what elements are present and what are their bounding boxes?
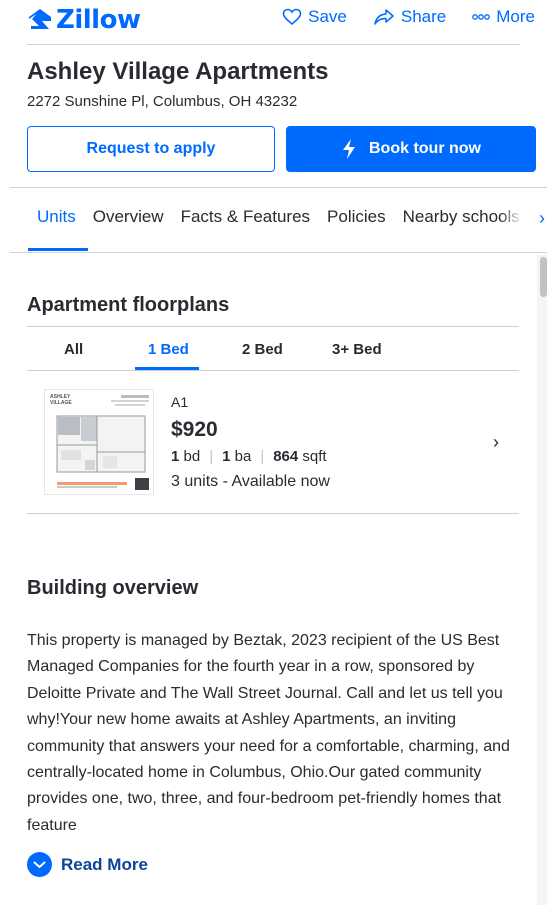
active-tab-indicator bbox=[28, 248, 88, 251]
more-dots-icon bbox=[472, 14, 491, 20]
bed-filter-tabs: All 1 Bed 2 Bed 3+ Bed bbox=[27, 341, 519, 371]
brand-name: Zillow bbox=[56, 5, 141, 35]
sqft-unit: sqft bbox=[302, 448, 327, 465]
share-button[interactable]: Share bbox=[373, 7, 446, 27]
floorplans-title: Apartment floorplans bbox=[27, 294, 230, 316]
floorplans-divider bbox=[27, 326, 519, 327]
baths-count: 1 bbox=[222, 448, 231, 465]
floorplan-row-divider bbox=[27, 513, 519, 514]
bed-tabs-divider bbox=[27, 370, 519, 371]
floorplan-name: A1 bbox=[171, 394, 189, 410]
book-tour-label: Book tour now bbox=[369, 140, 481, 157]
request-to-apply-button[interactable]: Request to apply bbox=[27, 126, 275, 172]
read-more-label: Read More bbox=[61, 854, 148, 874]
read-more-button[interactable]: Read More bbox=[27, 852, 148, 877]
book-tour-button[interactable]: Book tour now bbox=[286, 126, 536, 172]
bed-tab-2-bed[interactable]: 2 Bed bbox=[242, 341, 283, 358]
tabs-fade bbox=[500, 200, 537, 236]
more-label: More bbox=[496, 7, 535, 26]
request-to-apply-label: Request to apply bbox=[86, 140, 216, 157]
zillow-logo[interactable]: Zillow bbox=[27, 5, 141, 35]
sqft-count: 864 bbox=[273, 448, 299, 465]
section-tabs: Units Overview Facts & Features Policies… bbox=[37, 207, 520, 227]
building-overview-text: This property is managed by Beztak, 2023… bbox=[27, 632, 510, 834]
floorplan-specs: 1 bd | 1 ba | 864 sqft bbox=[171, 448, 327, 465]
top-bar: Zillow Save Share More bbox=[0, 0, 547, 42]
lightning-bolt-icon bbox=[343, 139, 355, 159]
scrollbar-thumb[interactable] bbox=[540, 257, 547, 297]
beds-count: 1 bbox=[171, 448, 180, 465]
bed-tab-1-bed[interactable]: 1 Bed bbox=[148, 341, 189, 358]
tabs-scroll-right-icon[interactable]: › bbox=[539, 208, 545, 229]
listing-title: Ashley Village Apartments bbox=[27, 58, 329, 85]
header-divider bbox=[27, 44, 520, 45]
more-button[interactable]: More bbox=[472, 7, 535, 27]
chevron-down-icon bbox=[27, 852, 52, 877]
baths-unit: ba bbox=[234, 448, 252, 465]
scrollbar-track[interactable] bbox=[537, 255, 547, 905]
building-overview-title: Building overview bbox=[27, 577, 199, 599]
floorplan-thumbnail: ASHLEY VILLAGE bbox=[44, 389, 154, 495]
zillow-house-icon bbox=[29, 9, 51, 29]
tabs-top-divider bbox=[10, 187, 547, 188]
tab-units[interactable]: Units bbox=[37, 207, 76, 227]
floorplan-price: $920 bbox=[171, 418, 218, 441]
save-button[interactable]: Save bbox=[282, 7, 347, 27]
spec-separator: | bbox=[209, 448, 214, 465]
bed-tab-3-plus-bed[interactable]: 3+ Bed bbox=[332, 341, 382, 358]
floorplan-availability: 3 units - Available now bbox=[171, 473, 330, 490]
heart-icon bbox=[282, 8, 302, 26]
share-label: Share bbox=[400, 7, 447, 26]
save-label: Save bbox=[308, 7, 347, 26]
tab-facts-features[interactable]: Facts & Features bbox=[181, 207, 310, 227]
spec-separator: | bbox=[260, 448, 265, 465]
tabs-bottom-divider bbox=[10, 252, 547, 253]
listing-address: 2272 Sunshine Pl, Columbus, OH 43232 bbox=[27, 93, 298, 110]
floorplan-row[interactable]: ASHLEY VILLAGE A1 $920 1 bd | 1 ba | 864… bbox=[27, 372, 519, 513]
tab-overview[interactable]: Overview bbox=[93, 207, 164, 227]
floorplan-drawing-icon bbox=[56, 395, 149, 490]
share-arrow-icon bbox=[374, 9, 394, 25]
bed-tab-all[interactable]: All bbox=[64, 341, 83, 358]
top-actions: Save Share More bbox=[282, 7, 535, 27]
beds-unit: bd bbox=[183, 448, 201, 465]
tab-policies[interactable]: Policies bbox=[327, 207, 386, 227]
chevron-right-icon[interactable]: › bbox=[493, 432, 499, 453]
